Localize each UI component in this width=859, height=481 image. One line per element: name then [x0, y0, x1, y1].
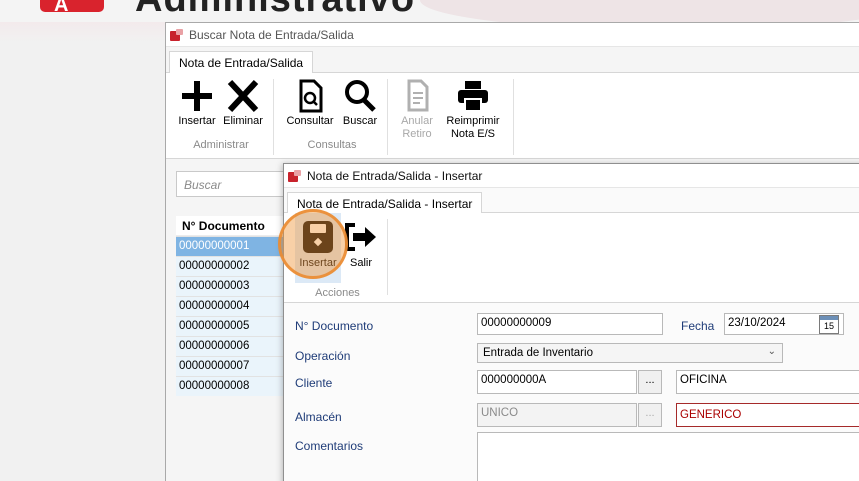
group-label-administrar: Administrar — [193, 139, 249, 151]
ribbon-toolbar: Insertar Salir Acciones — [284, 213, 859, 303]
group-label-acciones: Acciones — [315, 287, 360, 299]
ribbon-divider — [387, 219, 388, 295]
tab-strip: Nota de Entrada/Salida - Insertar — [284, 188, 859, 215]
nota-form: N° Documento 00000000009 Fecha 23/10/202… — [284, 305, 859, 481]
fecha-label: Fecha — [681, 319, 715, 333]
reimprimir-label-line2: Nota E/S — [450, 128, 496, 140]
operacion-select[interactable]: Entrada de Inventario ⌄ — [477, 343, 783, 363]
cliente-lookup-button[interactable]: ... — [638, 370, 662, 394]
salir-label: Salir — [349, 257, 372, 269]
operacion-label: Operación — [295, 349, 351, 363]
search-input[interactable]: Buscar — [176, 171, 296, 197]
logo-letter: A — [54, 0, 69, 16]
comentarios-label: Comentarios — [295, 439, 364, 453]
document-cancel-icon — [407, 79, 429, 112]
ribbon-toolbar: Insertar Eliminar Administrar Consultar … — [166, 73, 859, 159]
almacen-name-field[interactable]: GENERICO — [676, 403, 859, 427]
printer-icon — [458, 81, 488, 112]
table-row[interactable]: 00000000006 — [176, 336, 296, 356]
plus-icon — [182, 81, 212, 111]
table-row[interactable]: 00000000003 — [176, 276, 296, 296]
documento-field[interactable]: 00000000009 — [477, 313, 663, 335]
buscar-label: Buscar — [342, 115, 378, 127]
eliminar-button[interactable]: Eliminar — [220, 79, 266, 128]
operacion-value: Entrada de Inventario — [483, 347, 593, 359]
grid-header-documento[interactable]: N° Documento — [176, 216, 296, 236]
app-title: Administrativo — [135, 0, 415, 21]
exit-icon — [345, 223, 376, 251]
cliente-label: Cliente — [295, 376, 333, 390]
window-titlebar: Nota de Entrada/Salida - Insertar — [284, 164, 859, 188]
comentarios-textarea[interactable] — [477, 432, 859, 481]
ribbon-divider — [387, 79, 388, 155]
table-row[interactable]: 00000000008 — [176, 376, 296, 396]
app-banner: A Administrativo — [0, 0, 859, 22]
anular-label-line2: Retiro — [402, 128, 432, 140]
eliminar-label: Eliminar — [223, 115, 263, 127]
ribbon-divider — [513, 79, 514, 155]
cliente-name-field[interactable]: OFICINA — [676, 370, 859, 394]
group-label-consultas: Consultas — [307, 139, 357, 151]
almacen-lookup-button: ... — [638, 403, 662, 427]
insertar-button[interactable]: Insertar — [175, 79, 219, 128]
banner-decoration — [420, 0, 859, 22]
window-titlebar: Buscar Nota de Entrada/Salida — [166, 23, 859, 47]
window-title: Buscar Nota de Entrada/Salida — [189, 27, 354, 42]
anular-retiro-button[interactable]: Anular Retiro — [395, 79, 439, 141]
click-highlight — [278, 209, 348, 279]
anular-label-line1: Anular — [401, 115, 433, 127]
app-window-icon — [288, 169, 301, 182]
tab-strip: Nota de Entrada/Salida — [166, 47, 859, 74]
cliente-code-field[interactable]: 000000000A — [477, 370, 637, 394]
reimprimir-button[interactable]: Reimprimir Nota E/S — [441, 79, 505, 141]
consultar-label: Consultar — [286, 115, 334, 127]
close-icon — [227, 79, 259, 113]
almacen-code-field: UNICO — [477, 403, 637, 427]
reimprimir-label-line1: Reimprimir — [446, 115, 500, 127]
table-row[interactable]: 00000000004 — [176, 296, 296, 316]
ribbon-divider — [273, 79, 274, 155]
almacen-label: Almacén — [295, 410, 342, 424]
window-title: Nota de Entrada/Salida - Insertar — [307, 168, 483, 183]
table-row[interactable]: 00000000002 — [176, 256, 296, 276]
insertar-label: Insertar — [178, 115, 216, 127]
nota-insertar-window: Nota de Entrada/Salida - Insertar Nota d… — [283, 163, 859, 481]
table-row[interactable]: 00000000005 — [176, 316, 296, 336]
buscar-button[interactable]: Buscar — [339, 79, 381, 128]
consultar-button[interactable]: Consultar — [283, 79, 337, 128]
search-icon — [345, 80, 376, 112]
calendar-icon[interactable]: 15 — [819, 315, 839, 334]
tab-nota-entrada-salida[interactable]: Nota de Entrada/Salida — [169, 51, 314, 74]
document-search-icon — [299, 79, 323, 113]
documento-label: N° Documento — [295, 319, 374, 333]
table-row[interactable]: 00000000007 — [176, 356, 296, 376]
chevron-down-icon: ⌄ — [767, 346, 776, 357]
app-logo: A — [40, 0, 104, 16]
app-window-icon — [170, 28, 183, 41]
